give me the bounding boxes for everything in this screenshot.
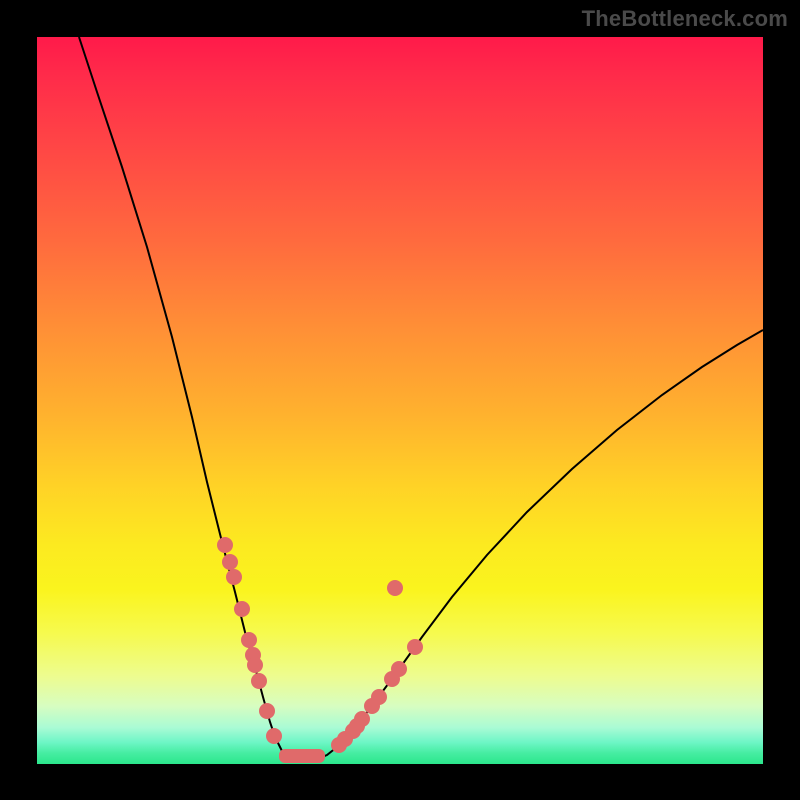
data-marker bbox=[259, 703, 275, 719]
bottleneck-curve bbox=[79, 37, 763, 762]
data-marker bbox=[226, 569, 242, 585]
data-marker bbox=[354, 711, 370, 727]
data-marker bbox=[222, 554, 238, 570]
trough-marker-band bbox=[279, 749, 325, 763]
data-marker bbox=[247, 657, 263, 673]
data-marker bbox=[241, 632, 257, 648]
chart-frame: TheBottleneck.com bbox=[0, 0, 800, 800]
data-marker bbox=[387, 580, 403, 596]
chart-overlay bbox=[37, 37, 763, 764]
watermark-text: TheBottleneck.com bbox=[582, 6, 788, 32]
data-marker bbox=[266, 728, 282, 744]
data-marker bbox=[234, 601, 250, 617]
data-marker bbox=[391, 661, 407, 677]
data-marker bbox=[217, 537, 233, 553]
data-marker bbox=[371, 689, 387, 705]
data-markers bbox=[217, 537, 423, 753]
data-marker bbox=[251, 673, 267, 689]
data-marker bbox=[407, 639, 423, 655]
